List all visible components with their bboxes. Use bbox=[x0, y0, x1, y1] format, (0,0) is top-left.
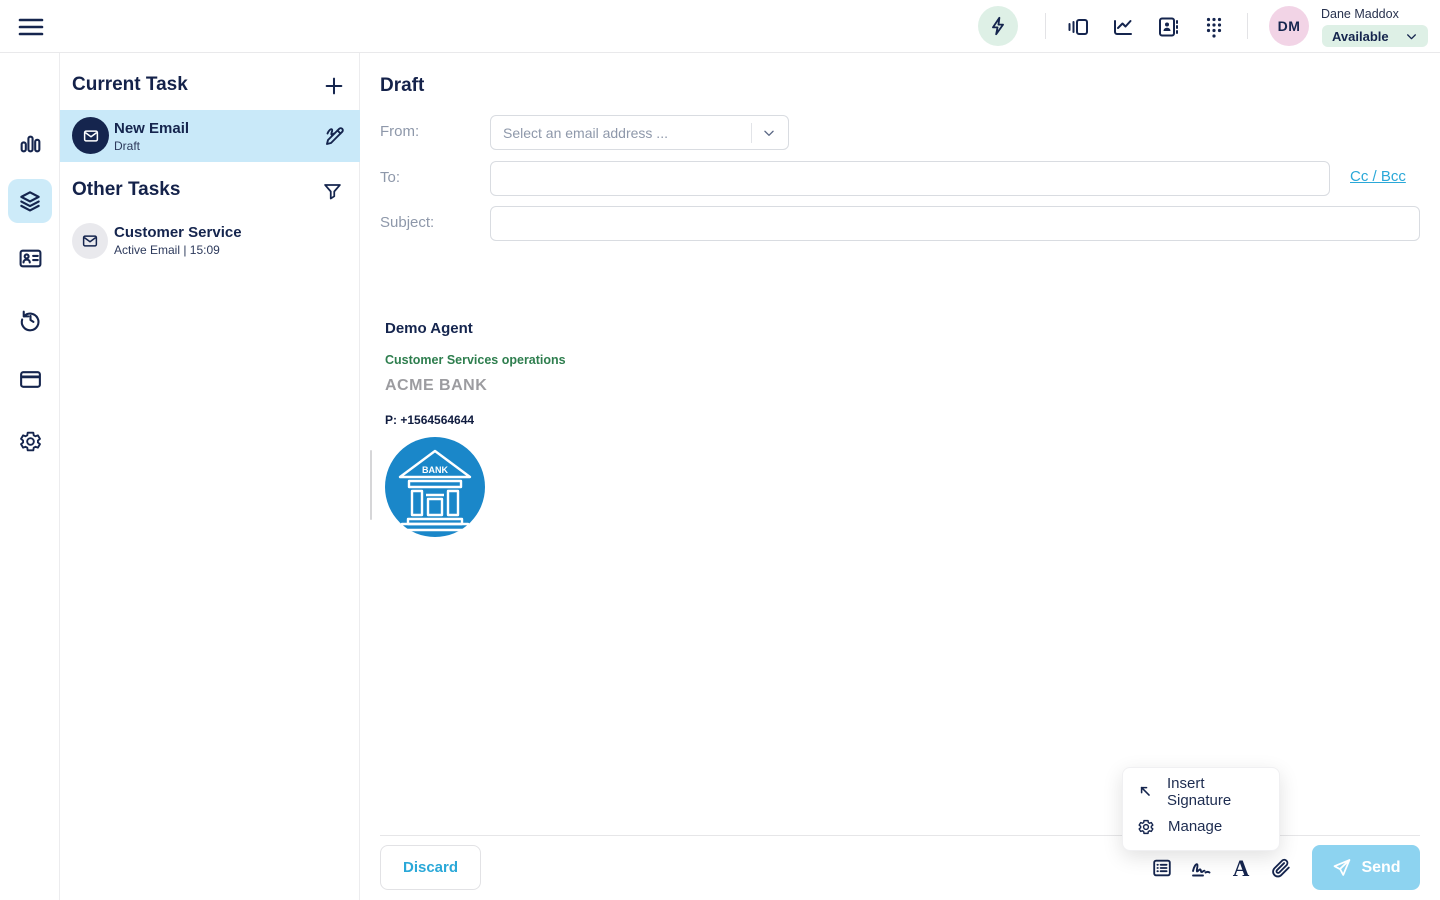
hamburger-menu-button[interactable] bbox=[16, 13, 46, 41]
menu-item-insert-signature[interactable]: Insert Signature bbox=[1123, 774, 1279, 809]
other-tasks-heading: Other Tasks bbox=[72, 179, 180, 201]
insert-signature-button[interactable] bbox=[1185, 852, 1217, 884]
from-select[interactable]: Select an email address ... bbox=[490, 115, 789, 150]
email-body-editor[interactable]: Demo Agent Customer Services operations … bbox=[380, 308, 1420, 833]
menu-item-manage[interactable]: Manage bbox=[1123, 809, 1279, 844]
cc-bcc-link[interactable]: Cc / Bcc bbox=[1350, 168, 1406, 185]
task-avatar bbox=[72, 223, 108, 259]
rail-item-browser[interactable] bbox=[8, 357, 52, 401]
status-label: Available bbox=[1332, 29, 1389, 44]
from-label: From: bbox=[380, 123, 419, 140]
send-button[interactable]: Send bbox=[1312, 845, 1420, 890]
task-title: Customer Service bbox=[114, 224, 242, 241]
from-placeholder: Select an email address ... bbox=[491, 125, 751, 141]
task-avatar bbox=[72, 117, 109, 154]
bank-logo: BANK bbox=[385, 437, 1420, 537]
rail-item-contacts[interactable] bbox=[8, 236, 52, 280]
edit-draft-button[interactable] bbox=[322, 123, 348, 149]
panels-icon bbox=[1066, 15, 1090, 39]
to-input[interactable] bbox=[490, 161, 1330, 196]
app-window: DM Dane Maddox Available bbox=[0, 0, 1440, 900]
task-subtitle: Draft bbox=[114, 139, 140, 153]
paper-plane-icon bbox=[1331, 857, 1352, 878]
rail-item-tasks[interactable] bbox=[8, 179, 52, 223]
signature-company: ACME BANK bbox=[385, 377, 1420, 395]
plus-icon bbox=[323, 75, 345, 97]
quick-actions-button[interactable] bbox=[978, 6, 1018, 46]
user-avatar[interactable]: DM bbox=[1269, 6, 1309, 46]
signature-role: Customer Services operations bbox=[385, 353, 1420, 367]
signature-pen-icon bbox=[323, 124, 347, 148]
draft-title: Draft bbox=[380, 75, 424, 97]
task-title: New Email bbox=[114, 120, 189, 137]
signature-name: Demo Agent bbox=[385, 320, 1420, 337]
lightning-icon bbox=[987, 15, 1009, 37]
subject-input[interactable] bbox=[490, 206, 1420, 241]
paperclip-icon bbox=[1270, 857, 1292, 879]
signature-icon bbox=[1189, 856, 1213, 880]
to-label: To: bbox=[380, 169, 400, 186]
funnel-icon bbox=[322, 181, 343, 202]
layers-icon bbox=[17, 188, 43, 214]
panels-button[interactable] bbox=[1066, 15, 1090, 39]
menu-item-label: Insert Signature bbox=[1167, 775, 1265, 809]
font-icon: A bbox=[1233, 857, 1250, 880]
icon-rail bbox=[0, 53, 60, 900]
discard-button[interactable]: Discard bbox=[380, 845, 481, 890]
chevron-down-icon bbox=[762, 126, 776, 140]
select-divider bbox=[751, 123, 752, 143]
task-row-new-email[interactable]: New Email Draft bbox=[60, 110, 360, 162]
topbar-divider bbox=[1045, 13, 1046, 39]
menu-item-label: Manage bbox=[1168, 818, 1222, 835]
panel-resize-handle[interactable] bbox=[370, 450, 372, 520]
task-subtitle: Active Email | 15:09 bbox=[114, 243, 220, 257]
status-dropdown[interactable]: Available bbox=[1322, 25, 1428, 47]
rail-item-history[interactable] bbox=[8, 297, 52, 341]
gear-icon bbox=[1137, 818, 1155, 836]
trend-chart-icon bbox=[1111, 15, 1135, 39]
font-format-button[interactable]: A bbox=[1225, 852, 1257, 884]
add-task-button[interactable] bbox=[321, 73, 347, 99]
top-bar: DM Dane Maddox Available bbox=[0, 0, 1440, 53]
analytics-button[interactable] bbox=[1111, 15, 1135, 39]
contacts-button[interactable] bbox=[1156, 15, 1180, 39]
user-name: Dane Maddox bbox=[1321, 7, 1399, 21]
rail-item-analytics[interactable] bbox=[8, 122, 52, 166]
envelope-icon bbox=[82, 127, 100, 145]
envelope-icon bbox=[81, 232, 99, 250]
signature-phone: P: +1564564644 bbox=[385, 413, 1420, 427]
topbar-divider bbox=[1247, 13, 1248, 39]
chevron-down-icon bbox=[1405, 30, 1418, 43]
task-row-customer-service[interactable]: Customer Service Active Email | 15:09 bbox=[60, 218, 360, 266]
template-list-icon bbox=[1151, 857, 1173, 879]
bar-chart-icon bbox=[18, 132, 43, 157]
contacts-book-icon bbox=[1156, 15, 1180, 39]
gear-icon bbox=[18, 429, 43, 454]
subject-label: Subject: bbox=[380, 214, 434, 231]
filter-tasks-button[interactable] bbox=[319, 178, 345, 204]
templates-button[interactable] bbox=[1146, 852, 1178, 884]
send-label: Send bbox=[1361, 859, 1400, 877]
arrow-up-left-icon bbox=[1137, 783, 1154, 800]
rail-item-settings[interactable] bbox=[8, 419, 52, 463]
dialpad-icon bbox=[1202, 15, 1226, 39]
bank-logo-label: BANK bbox=[422, 465, 448, 475]
hamburger-icon bbox=[17, 15, 45, 39]
current-task-heading: Current Task bbox=[72, 74, 188, 96]
attach-file-button[interactable] bbox=[1265, 852, 1297, 884]
history-icon bbox=[18, 307, 43, 332]
dialpad-button[interactable] bbox=[1202, 15, 1226, 39]
signature-menu: Insert Signature Manage bbox=[1122, 767, 1280, 851]
contact-card-icon bbox=[18, 246, 43, 271]
task-panel: Current Task New Email Draft bbox=[60, 53, 360, 900]
window-icon bbox=[18, 367, 43, 392]
